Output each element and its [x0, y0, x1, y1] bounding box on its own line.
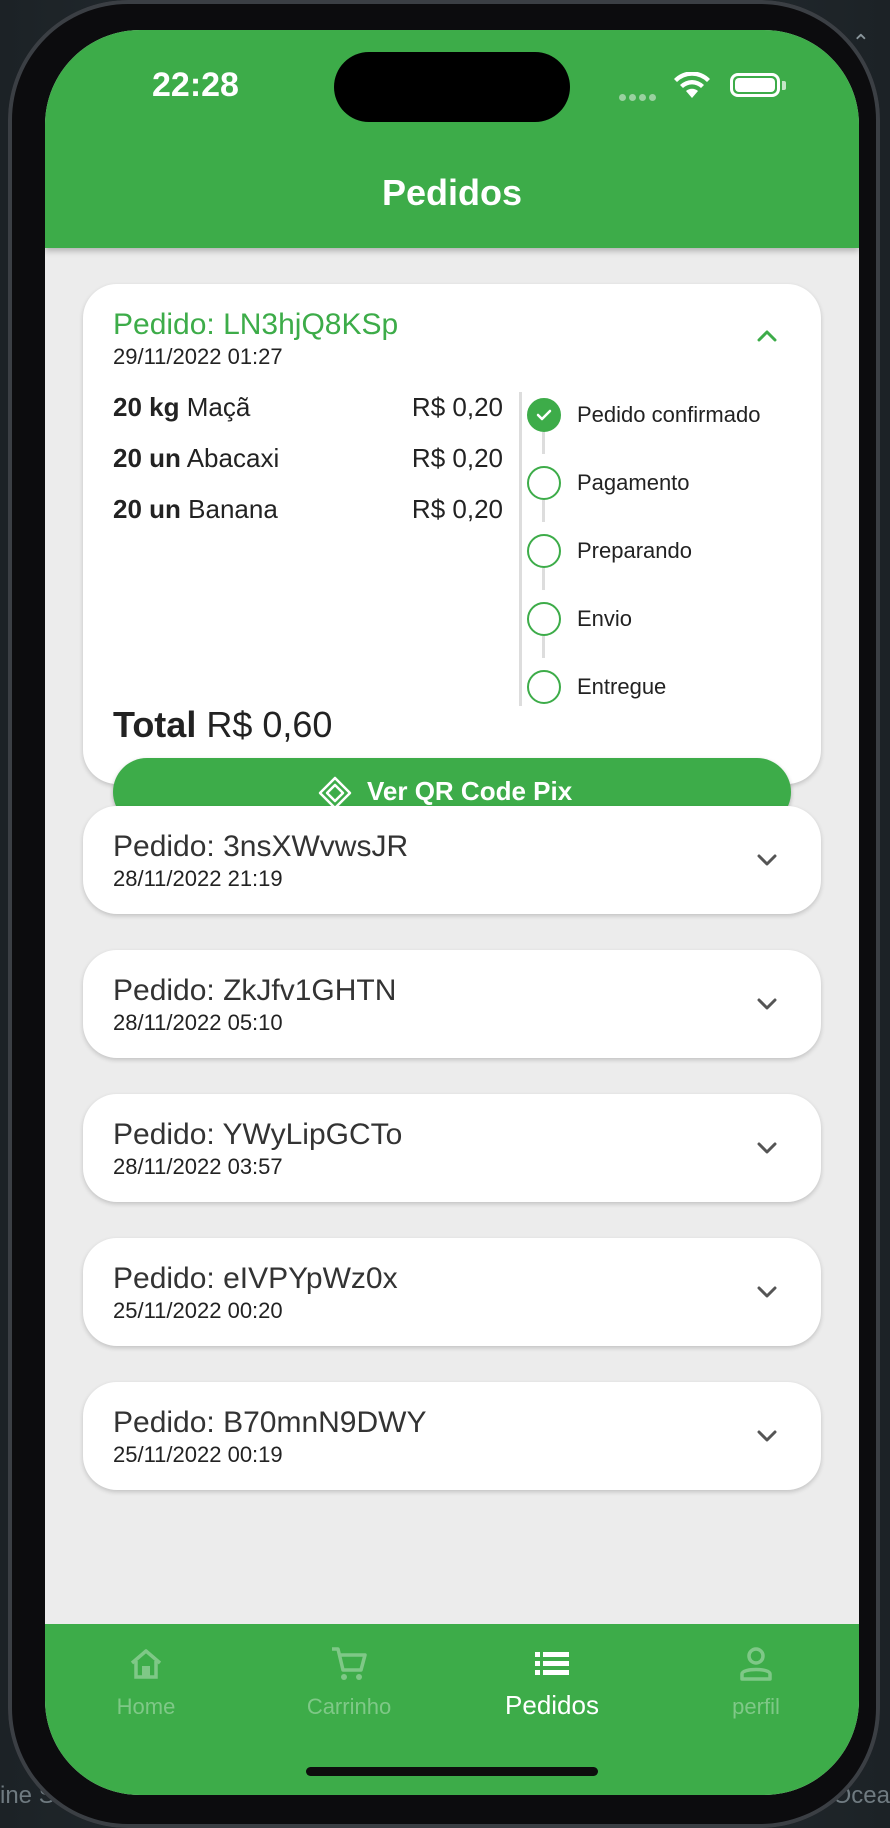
battery-tip: [782, 81, 786, 90]
page-title: Pedidos: [381, 172, 523, 213]
circle-icon: [527, 670, 561, 704]
nav-label: Pedidos: [505, 1690, 599, 1720]
order-card[interactable]: Pedido: eIVPYpWz0x 25/11/2022 00:20: [83, 1238, 821, 1346]
status-step-shipping: Envio: [527, 602, 807, 642]
app-header: 22:28 Pedidos: [45, 30, 859, 248]
order-id: Pedido: ZkJfv1GHTN: [113, 974, 397, 1007]
status-step-payment: Pagamento: [527, 466, 807, 506]
order-card[interactable]: Pedido: ZkJfv1GHTN 28/11/2022 05:10: [83, 950, 821, 1058]
nav-orders[interactable]: Pedidos: [472, 1644, 632, 1721]
order-id: Pedido: LN3hjQ8KSp: [113, 308, 399, 341]
list-icon: [535, 1652, 569, 1675]
order-date: 28/11/2022 05:10: [113, 1010, 283, 1035]
item-qty: 20 un: [113, 443, 181, 473]
chevron-down-icon[interactable]: [755, 848, 779, 872]
phone-frame: 22:28 Pedidos Pedido: LN3hjQ8KSp 29/11/2…: [8, 0, 880, 1828]
chevron-up-icon[interactable]: [755, 324, 779, 348]
item-name: Maçã: [186, 392, 251, 422]
chevron-down-icon[interactable]: [755, 992, 779, 1016]
status-step-label: Pedido confirmado: [577, 402, 761, 427]
dynamic-island: [334, 52, 570, 122]
item-name: Banana: [188, 494, 278, 524]
item-price: R$ 0,20: [411, 392, 503, 422]
status-step-label: Preparando: [577, 538, 692, 563]
status-step-preparing: Preparando: [527, 534, 807, 574]
nav-label: Carrinho: [306, 1694, 392, 1719]
order-date: 28/11/2022 03:57: [113, 1154, 283, 1179]
order-id: Pedido: 3nsXWvwsJR: [113, 830, 409, 863]
item-qty: 20 kg: [113, 392, 180, 422]
chevron-down-icon[interactable]: [755, 1280, 779, 1304]
item-price: R$ 0,20: [411, 494, 503, 524]
view-pix-qr-label: Ver QR Code Pix: [367, 776, 573, 806]
order-date: 28/11/2022 21:19: [113, 866, 283, 891]
circle-icon: [527, 534, 561, 568]
order-id: Pedido: eIVPYpWz0x: [113, 1262, 398, 1295]
nav-label: perfil: [732, 1694, 780, 1719]
order-item: 20 un Abacaxi R$ 0,20: [113, 443, 503, 474]
timeline-divider: [519, 392, 522, 706]
order-date: 25/11/2022 00:19: [113, 1442, 283, 1467]
chevron-down-icon[interactable]: [755, 1136, 779, 1160]
order-card[interactable]: Pedido: 3nsXWvwsJR 28/11/2022 21:19: [83, 806, 821, 914]
order-card[interactable]: Pedido: B70mnN9DWY 25/11/2022 00:19: [83, 1382, 821, 1490]
status-step-label: Entregue: [577, 674, 667, 699]
home-icon: [130, 1649, 162, 1679]
status-step-confirmed: Pedido confirmado: [527, 398, 807, 438]
circle-icon: [527, 602, 561, 636]
order-item: 20 kg Maçã R$ 0,20: [113, 392, 503, 423]
item-price: R$ 0,20: [411, 443, 503, 473]
order-id: Pedido: YWyLipGCTo: [113, 1118, 403, 1151]
home-indicator[interactable]: [306, 1767, 598, 1776]
status-step-label: Envio: [577, 606, 633, 631]
nav-home[interactable]: Home: [66, 1644, 226, 1720]
order-id: Pedido: B70mnN9DWY: [113, 1406, 427, 1439]
nav-profile[interactable]: perfil: [676, 1644, 836, 1720]
item-qty: 20 un: [113, 494, 181, 524]
nav-label: Home: [116, 1694, 176, 1719]
status-time: 22:28: [152, 66, 239, 104]
app-screen: 22:28 Pedidos Pedido: LN3hjQ8KSp 29/11/2…: [45, 30, 859, 1795]
signal-icon: [619, 88, 663, 101]
nav-cart[interactable]: Carrinho: [269, 1644, 429, 1720]
order-total: Total R$ 0,60: [113, 704, 332, 746]
order-item: 20 un Banana R$ 0,20: [113, 494, 503, 525]
person-icon: [740, 1647, 772, 1681]
order-card-expanded: Pedido: LN3hjQ8KSp 29/11/2022 01:27 20 k…: [83, 284, 821, 826]
status-step-label: Pagamento: [577, 470, 690, 495]
cart-icon: [332, 1647, 367, 1680]
chevron-down-icon[interactable]: [755, 1424, 779, 1448]
battery-icon: [730, 73, 780, 97]
order-date: 29/11/2022 01:27: [113, 344, 283, 369]
order-date: 25/11/2022 00:20: [113, 1298, 283, 1323]
check-circle-icon: [527, 398, 561, 432]
wifi-icon: [674, 72, 710, 98]
total-value: R$ 0,60: [206, 704, 333, 745]
total-label: Total: [113, 704, 197, 745]
circle-icon: [527, 466, 561, 500]
status-step-delivered: Entregue: [527, 670, 807, 710]
item-name: Abacaxi: [186, 443, 280, 473]
order-card[interactable]: Pedido: YWyLipGCTo 28/11/2022 03:57: [83, 1094, 821, 1202]
